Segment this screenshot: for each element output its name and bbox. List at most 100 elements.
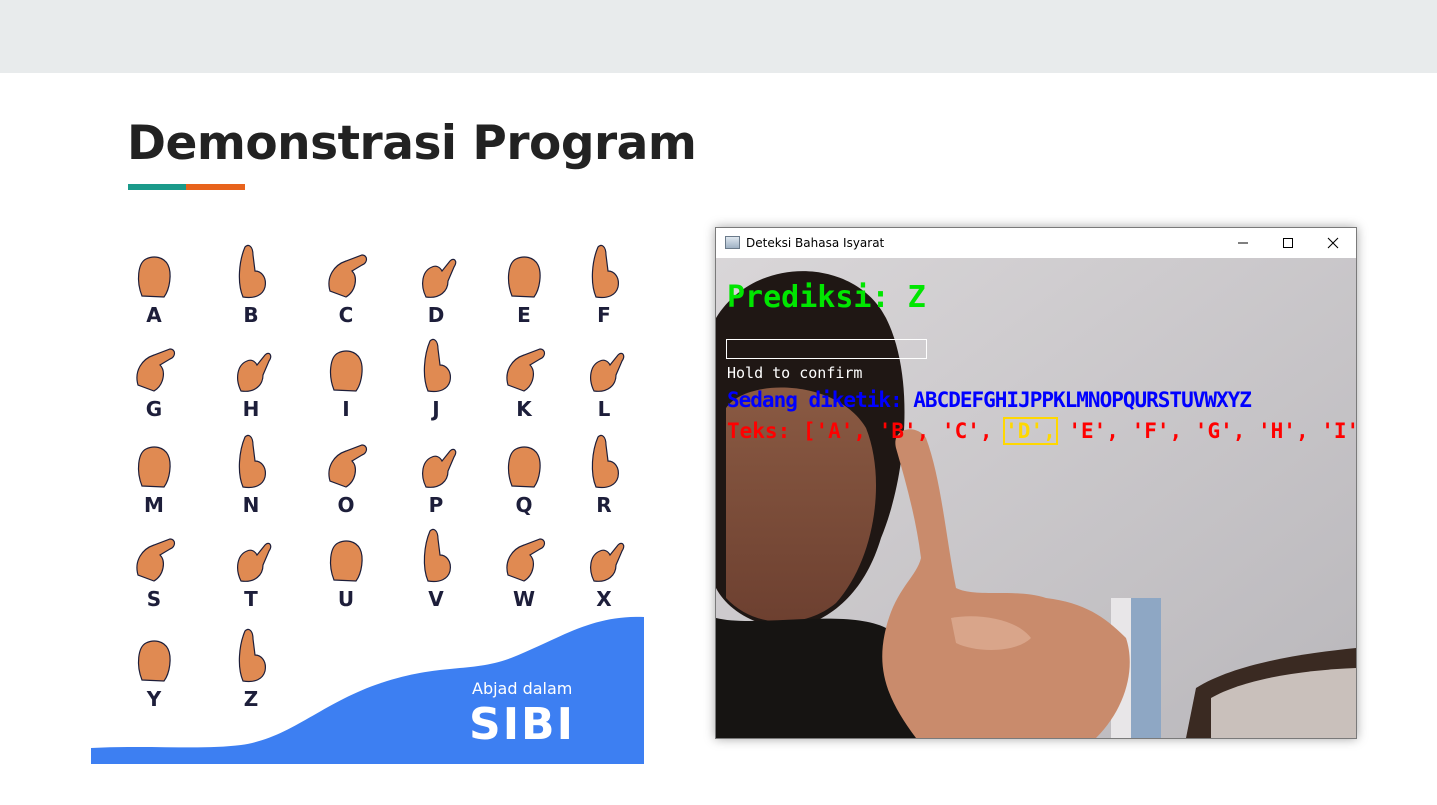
sign-letter-label: H [242,397,260,421]
hand-sign-icon [506,538,546,582]
sign-o: O [301,431,391,517]
sign-letter-label: L [597,397,611,421]
minimize-icon [1238,242,1248,244]
detection-window[interactable]: Deteksi Bahasa Isyarat Prediksi: Z Hold … [715,227,1357,739]
sign-letter-label: Y [146,687,162,711]
sign-p: P [391,431,481,517]
hand-sign-icon [238,628,266,683]
top-band [0,0,1437,73]
sign-letter-label: T [244,587,258,611]
hand-sign-icon [422,448,457,488]
sign-letter-label: X [596,587,612,611]
hand-sign-icon [507,446,541,488]
slide-title: Demonstrasi Program [127,116,697,171]
sign-x: X [559,525,644,611]
hand-sign-icon [423,338,451,393]
sign-z: Z [206,625,296,711]
poster-subtitle: Abjad dalam [472,679,573,698]
sign-letter-label: O [337,493,355,517]
sign-letter-label: D [427,303,445,327]
poster-title: SIBI [469,699,575,750]
app-icon [725,236,740,249]
camera-scene [716,258,1356,738]
sign-s: S [109,525,199,611]
sign-letter-label: Q [515,493,533,517]
hand-sign-icon [329,540,363,582]
sign-j: J [391,335,481,421]
sign-g: G [109,335,199,421]
hand-sign-icon [423,528,451,583]
sign-letter-label: M [144,493,164,517]
sign-e: E [479,241,569,327]
hand-sign-icon [422,258,457,298]
sign-d: D [391,241,481,327]
hand-sign-icon [329,350,363,392]
sign-m: M [109,431,199,517]
sign-letter-label: W [512,587,536,611]
sign-letter-label: I [342,397,350,421]
sign-a: A [109,241,199,327]
hold-to-confirm-label: Hold to confirm [727,364,863,382]
sign-letter-label: K [516,397,532,421]
sign-letter-label: N [242,493,260,517]
title-underline-teal [128,184,186,190]
sign-b: B [206,241,296,327]
hold-progress-box [726,339,927,359]
sign-letter-label: J [432,397,440,421]
typed-text-label: Sedang diketik: ABCDEFGHIJPPKLMNOPQURSTU… [727,388,1252,412]
sign-letter-label: E [517,303,531,327]
sign-c: C [301,241,391,327]
hand-sign-icon [137,256,171,298]
sign-y: Y [109,625,199,711]
sign-k: K [479,335,569,421]
hand-sign-icon [237,542,272,582]
sign-letter-label: R [596,493,612,517]
hand-sign-icon [506,348,546,392]
close-button[interactable] [1310,228,1356,258]
sign-n: N [206,431,296,517]
window-titlebar[interactable]: Deteksi Bahasa Isyarat [716,228,1356,258]
sign-l: L [559,335,644,421]
hand-sign-icon [136,348,176,392]
sign-u: U [301,525,391,611]
window-title: Deteksi Bahasa Isyarat [746,236,885,250]
hand-sign-icon [238,434,266,489]
sign-letter-label: Z [243,687,259,711]
sign-letter-label: C [338,303,354,327]
minimize-button[interactable] [1220,228,1266,258]
teks-prefix: Teks: ['A', 'B', 'C', [727,419,1006,443]
sign-i: I [301,335,391,421]
hand-sign-icon [590,352,625,392]
hand-sign-icon [328,444,368,488]
sign-q: Q [479,431,569,517]
hand-sign-icon [507,256,541,298]
sign-v: V [391,525,481,611]
sign-letter-label: A [146,303,162,327]
prediction-label: Prediksi: Z [727,280,926,315]
hand-sign-icon [590,542,625,582]
sign-w: W [479,525,569,611]
hand-sign-icon [238,244,266,299]
hand-sign-icon [328,254,368,298]
sign-letter-label: F [597,303,611,327]
title-underline-orange [186,184,245,190]
teks-selected-item: 'D', [1003,417,1058,445]
sibi-alphabet-poster: A B C D E F G H I J K L M N O P Q R S T U V W X Y Z Abjad dalam S… [91,233,644,764]
sign-letter-label: V [428,587,444,611]
hand-sign-icon [136,538,176,582]
hand-sign-icon [591,244,619,299]
maximize-icon [1283,238,1293,248]
sign-r: R [559,431,644,517]
camera-feed: Prediksi: Z Hold to confirm Sedang diket… [716,258,1356,738]
hand-sign-icon [137,446,171,488]
close-icon [1327,237,1339,249]
teks-suffix: 'E', 'F', 'G', 'H', 'I', 'J'] [1068,419,1356,443]
sign-h: H [206,335,296,421]
sign-letter-label: B [243,303,259,327]
teks-list-label: Teks: ['A', 'B', 'C', 'D', 'E', 'F', 'G'… [727,417,1356,445]
hand-sign-icon [237,352,272,392]
maximize-button[interactable] [1265,228,1311,258]
sign-letter-label: P [428,493,444,517]
hand-sign-icon [591,434,619,489]
sign-letter-label: G [145,397,163,421]
